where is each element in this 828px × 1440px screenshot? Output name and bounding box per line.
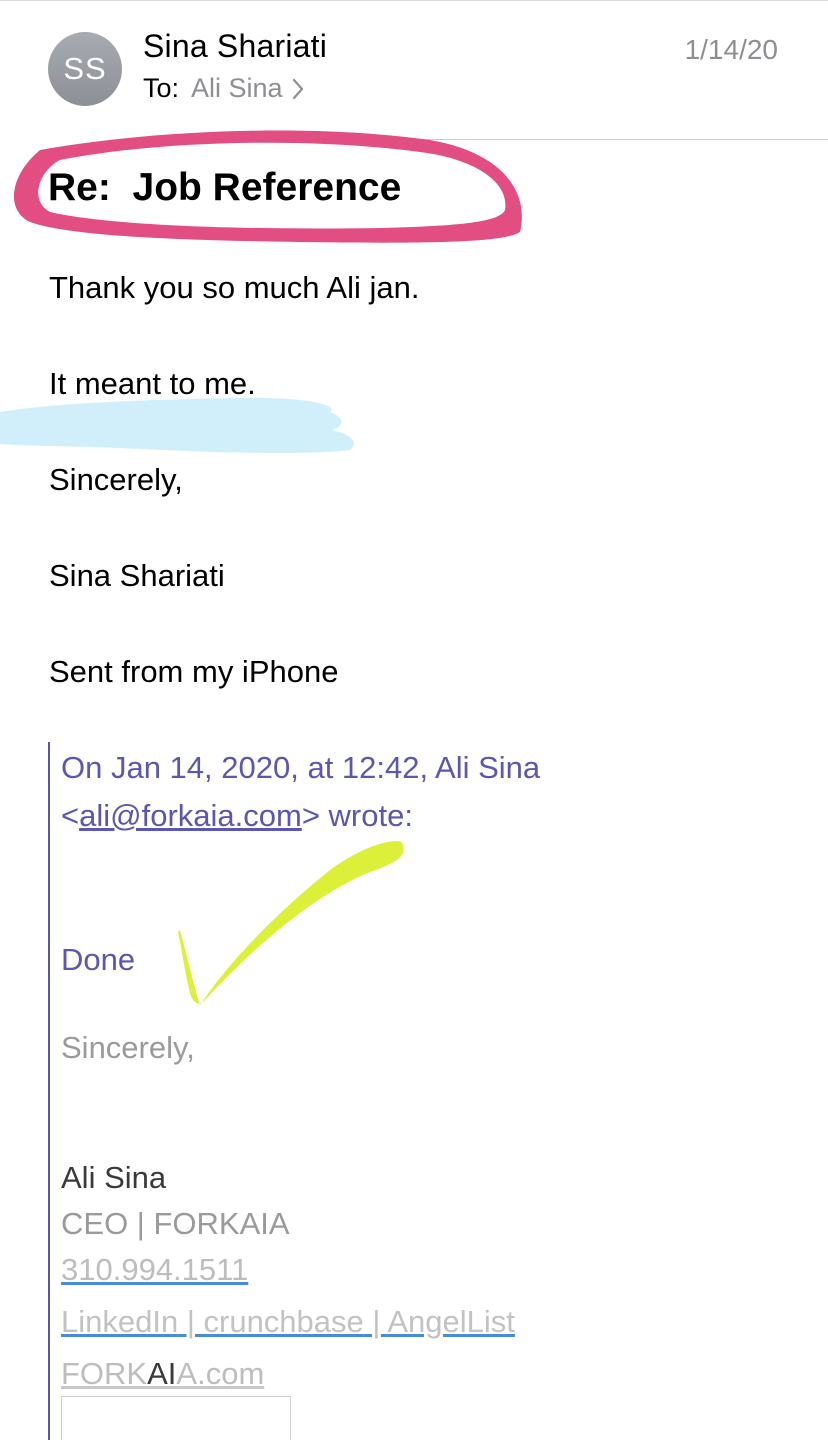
avatar-initials: SS [63,51,107,86]
lt-char: < [61,798,80,833]
social-links-row: LinkedIn | crunchbase | AngelList [61,1304,515,1340]
website-part: FORK [61,1356,148,1391]
link-separator: | [363,1304,388,1339]
subject-heading: Re: Job Reference [48,166,402,209]
website-part: A.com [176,1356,265,1391]
linkedin-link[interactable]: LinkedIn [61,1304,178,1339]
header-divider [144,139,828,140]
website-part: AI [147,1356,177,1391]
recipient-row[interactable]: To: Ali Sina [143,73,305,104]
crunchbase-link[interactable]: crunchbase [204,1304,364,1339]
sender-name[interactable]: Sina Shariati [143,28,327,65]
quote-attribution-email-row: <ali@forkaia.com> wrote: [61,798,413,834]
body-line: Thank you so much Ali jan. [49,270,420,305]
quote-closing: Sincerely, [61,1030,195,1065]
quote-bar [48,742,50,1440]
checkmark-icon [178,841,404,1005]
body-line: It meant to me. [49,366,256,401]
chevron-right-icon [292,78,303,99]
angellist-link[interactable]: AngelList [387,1304,515,1339]
body-line: Sincerely, [49,462,183,497]
to-label: To: [143,73,180,103]
body-highlight-stroke [0,397,354,454]
email-link[interactable]: ali@forkaia.com [79,798,302,833]
body-line: Sent from my iPhone [49,654,339,689]
body-line: Sina Shariati [49,558,225,593]
quote-reply: Done [61,942,136,977]
message-date: 1/14/20 [684,34,778,65]
recipient-name[interactable]: Ali Sina [191,73,283,104]
signature-title: CEO | FORKAIA [61,1206,290,1241]
signature-name: Ali Sina [61,1160,167,1195]
phone-link[interactable]: 310.994.1511 [61,1252,248,1288]
link-separator: | [178,1304,204,1339]
quote-attribution: On Jan 14, 2020, at 12:42, Ali Sina [61,750,541,785]
signature-logo-image [61,1396,291,1440]
wrote-text: > wrote: [301,798,413,833]
top-divider [0,0,828,1]
website-link[interactable]: FORKAIA.com [61,1356,264,1392]
avatar[interactable]: SS [48,32,122,106]
